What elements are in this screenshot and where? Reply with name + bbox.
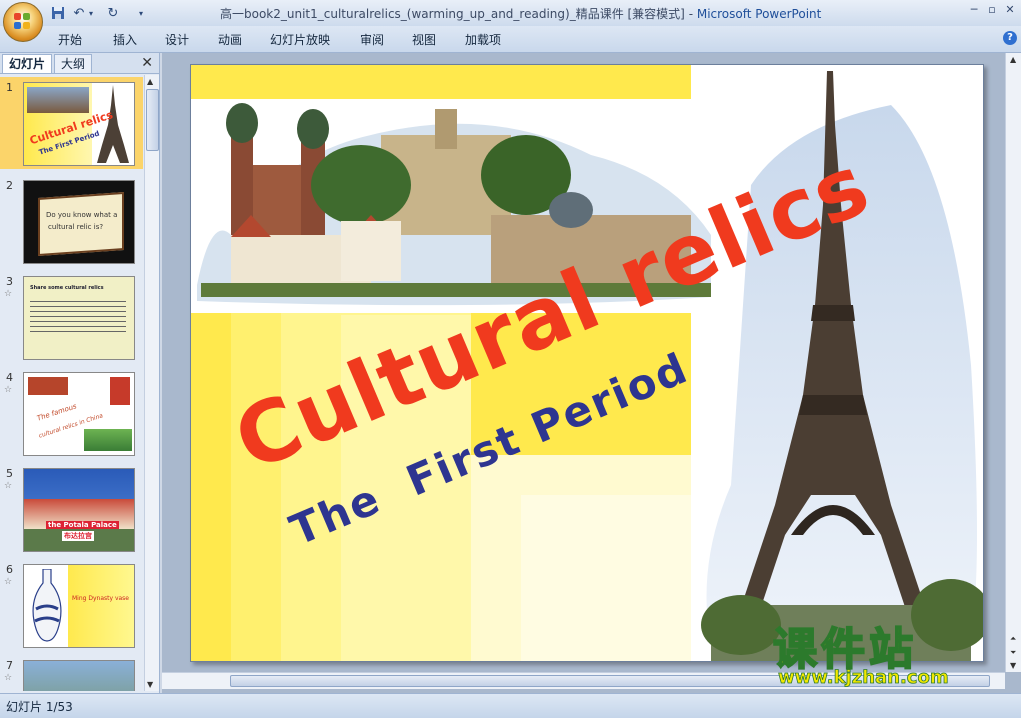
window-title: 高一book2_unit1_culturalrelics_(warming_up… [220, 5, 821, 22]
thumbnail-image: Cultural relics The First Period [23, 82, 135, 166]
next-slide-icon[interactable]: ⏷ [1010, 648, 1016, 658]
slide-number: 5 [6, 467, 13, 480]
office-logo-icon [14, 13, 32, 31]
buildings-image [27, 87, 89, 113]
scroll-down-icon[interactable]: ▼ [1010, 661, 1016, 670]
thumb-title: The famous [36, 402, 78, 423]
tab-outline[interactable]: 大纲 [54, 54, 93, 73]
thumbnail-image [23, 660, 135, 691]
animation-star-icon: ☆ [4, 577, 13, 587]
title-bar: ↶ ▾ ↻ ▾ 高一book2_unit1_culturalrelics_(wa… [0, 0, 1021, 27]
restore-icon[interactable]: ▫ [984, 3, 1000, 17]
tab-home[interactable]: 开始 [58, 31, 82, 48]
palace-image [28, 377, 68, 395]
tab-slideshow[interactable]: 幻灯片放映 [270, 31, 330, 48]
thumbnail-image: Do you know what a cultural relic is? [23, 180, 135, 264]
slide-number: 3 [6, 275, 13, 288]
slide-canvas[interactable]: Cultural relics The First Period [190, 64, 984, 662]
scroll-up-icon[interactable]: ▲ [1010, 55, 1016, 64]
slide-number: 2 [6, 179, 13, 192]
ribbon-tab-bar: 开始 插入 设计 动画 幻灯片放映 审阅 视图 加载项 ? [0, 26, 1021, 53]
undo-dropdown-icon[interactable]: ▾ [86, 4, 96, 22]
slide-thumbnail-5[interactable]: 5 ☆ the Potala Palace 布达拉宫 [0, 463, 143, 555]
tab-slides[interactable]: 幻灯片 [2, 54, 53, 73]
animation-star-icon: ☆ [4, 385, 13, 395]
trees-image [84, 429, 132, 451]
editor-vertical-scrollbar[interactable]: ▲ ⏶ ⏷ ▼ [1005, 53, 1021, 672]
slides-panel: 幻灯片 大纲 ✕ 1 Cultural relics The First Per… [0, 53, 160, 693]
tab-animations[interactable]: 动画 [218, 31, 242, 48]
close-panel-icon[interactable]: ✕ [141, 55, 153, 71]
scroll-down-icon[interactable]: ▼ [147, 680, 153, 689]
customize-qat-icon[interactable]: ▾ [136, 4, 146, 22]
animation-star-icon: ☆ [4, 481, 13, 491]
slide-thumbnail-6[interactable]: 6 ☆ Ming Dynasty vase [0, 559, 143, 651]
vase-icon [32, 569, 62, 642]
thumbnail-image: Ming Dynasty vase [23, 564, 135, 648]
thumb-title: Do you know what a [46, 211, 118, 219]
thumbnail-image: the Potala Palace 布达拉宫 [23, 468, 135, 552]
thumbnail-image: Share some cultural relics [23, 276, 135, 360]
title-separator: - [684, 7, 697, 21]
animation-star-icon: ☆ [4, 673, 13, 683]
slide-thumbnail-4[interactable]: 4 ☆ The famous cultural relics in China [0, 367, 143, 459]
scroll-up-icon[interactable]: ▲ [147, 77, 153, 86]
help-icon[interactable]: ? [1003, 31, 1017, 45]
slide-thumbnail-3[interactable]: 3 ☆ Share some cultural relics [0, 271, 143, 363]
thumb-subtitle: cultural relic is? [48, 223, 104, 231]
watermark-url: www.kjzhan.com [778, 667, 949, 689]
panel-tabs: 幻灯片 大纲 ✕ [0, 53, 159, 74]
app-name: Microsoft PowerPoint [696, 7, 822, 21]
slide-thumbnail-7[interactable]: 7 ☆ [0, 655, 143, 691]
document-name: 高一book2_unit1_culturalrelics_(warming_up… [220, 7, 685, 21]
slide-number: 7 [6, 659, 13, 672]
slide-counter: 幻灯片 1/53 [6, 700, 73, 714]
thumb-title: the Potala Palace [46, 521, 119, 529]
tab-review[interactable]: 审阅 [360, 31, 384, 48]
slide-editor: Cultural relics The First Period [162, 53, 1021, 693]
thumbnail-image: The famous cultural relics in China [23, 372, 135, 456]
animation-star-icon: ☆ [4, 289, 13, 299]
slide-number: 6 [6, 563, 13, 576]
text-lines [30, 297, 126, 335]
thumbnail-scrollbar[interactable]: ▲ ▼ [144, 75, 159, 691]
gate-image [110, 377, 130, 405]
redo-icon[interactable]: ↻ [104, 4, 122, 22]
tab-design[interactable]: 设计 [165, 31, 189, 48]
scroll-thumb[interactable] [146, 89, 159, 151]
tab-addins[interactable]: 加载项 [465, 31, 501, 48]
slide-thumbnail-2[interactable]: 2 Do you know what a cultural relic is? [0, 175, 143, 267]
minimize-icon[interactable]: ─ [966, 3, 982, 17]
status-bar: 幻灯片 1/53 [0, 693, 1021, 718]
close-window-icon[interactable]: ✕ [1002, 3, 1018, 17]
slide-thumbnail-1[interactable]: 1 Cultural relics The First Period [0, 77, 143, 169]
tab-view[interactable]: 视图 [412, 31, 436, 48]
previous-slide-icon[interactable]: ⏶ [1010, 634, 1016, 644]
save-icon[interactable] [49, 4, 67, 22]
thumbnail-list: 1 Cultural relics The First Period 2 Do … [0, 75, 143, 691]
slide-number: 1 [6, 81, 13, 94]
slide-number: 4 [6, 371, 13, 384]
thumb-title: Share some cultural relics [30, 285, 104, 291]
tab-insert[interactable]: 插入 [113, 31, 137, 48]
thumb-subtitle: 布达拉宫 [62, 531, 94, 541]
thumb-title: Ming Dynasty vase [72, 595, 129, 602]
office-button[interactable] [3, 2, 43, 42]
